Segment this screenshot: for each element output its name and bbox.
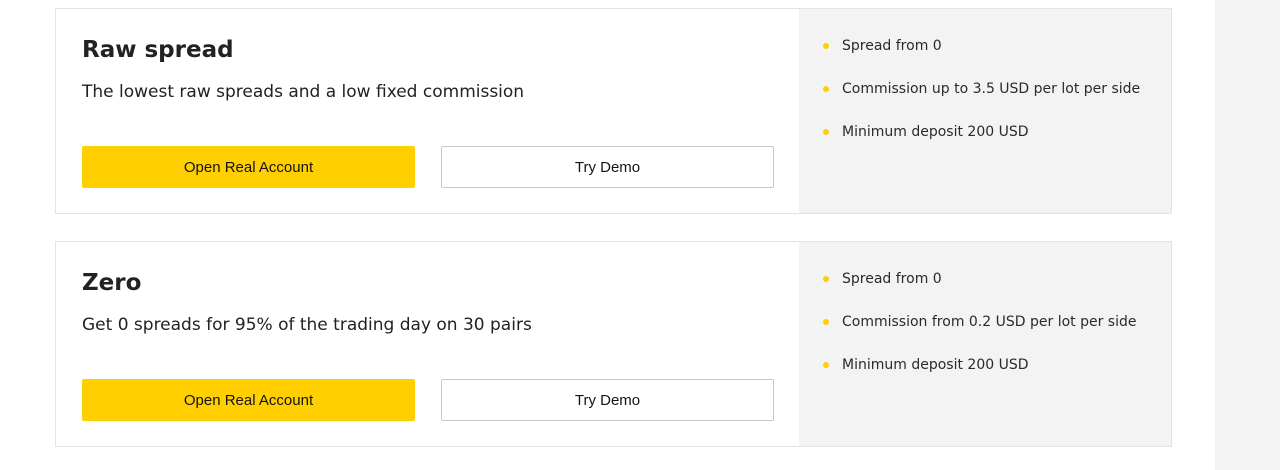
feature-text: Spread from 0: [842, 271, 942, 287]
account-card-raw-spread: Raw spread The lowest raw spreads and a …: [55, 8, 1172, 214]
account-description: The lowest raw spreads and a low fixed c…: [82, 82, 525, 102]
feature-text: Minimum deposit 200 USD: [842, 124, 1029, 140]
account-description: Get 0 spreads for 95% of the trading day…: [82, 315, 532, 335]
account-title: Raw spread: [82, 37, 234, 63]
bullet-dot-icon: [823, 86, 829, 92]
feature-item: Commission from 0.2 USD per lot per side: [823, 312, 1136, 332]
feature-list: Spread from 0 Commission from 0.2 USD pe…: [823, 269, 1136, 398]
feature-item: Minimum deposit 200 USD: [823, 355, 1136, 375]
feature-text: Minimum deposit 200 USD: [842, 357, 1029, 373]
feature-list: Spread from 0 Commission up to 3.5 USD p…: [823, 36, 1140, 165]
account-features-panel: Spread from 0 Commission up to 3.5 USD p…: [799, 9, 1171, 213]
bullet-dot-icon: [823, 362, 829, 368]
try-demo-button[interactable]: Try Demo: [441, 146, 774, 188]
open-real-account-button[interactable]: Open Real Account: [82, 379, 415, 421]
account-card-main: Zero Get 0 spreads for 95% of the tradin…: [56, 242, 799, 446]
bullet-dot-icon: [823, 43, 829, 49]
account-features-panel: Spread from 0 Commission from 0.2 USD pe…: [799, 242, 1171, 446]
feature-text: Commission from 0.2 USD per lot per side: [842, 314, 1137, 330]
bullet-dot-icon: [823, 129, 829, 135]
page: Raw spread The lowest raw spreads and a …: [0, 0, 1215, 470]
feature-item: Commission up to 3.5 USD per lot per sid…: [823, 79, 1140, 99]
try-demo-button[interactable]: Try Demo: [441, 379, 774, 421]
feature-text: Commission up to 3.5 USD per lot per sid…: [842, 81, 1141, 97]
feature-item: Minimum deposit 200 USD: [823, 122, 1140, 142]
feature-item: Spread from 0: [823, 269, 1136, 289]
feature-item: Spread from 0: [823, 36, 1140, 56]
bullet-dot-icon: [823, 319, 829, 325]
feature-text: Spread from 0: [842, 38, 942, 54]
account-card-main: Raw spread The lowest raw spreads and a …: [56, 9, 799, 213]
bullet-dot-icon: [823, 276, 829, 282]
open-real-account-button[interactable]: Open Real Account: [82, 146, 415, 188]
account-title: Zero: [82, 270, 142, 296]
account-card-zero: Zero Get 0 spreads for 95% of the tradin…: [55, 241, 1172, 447]
